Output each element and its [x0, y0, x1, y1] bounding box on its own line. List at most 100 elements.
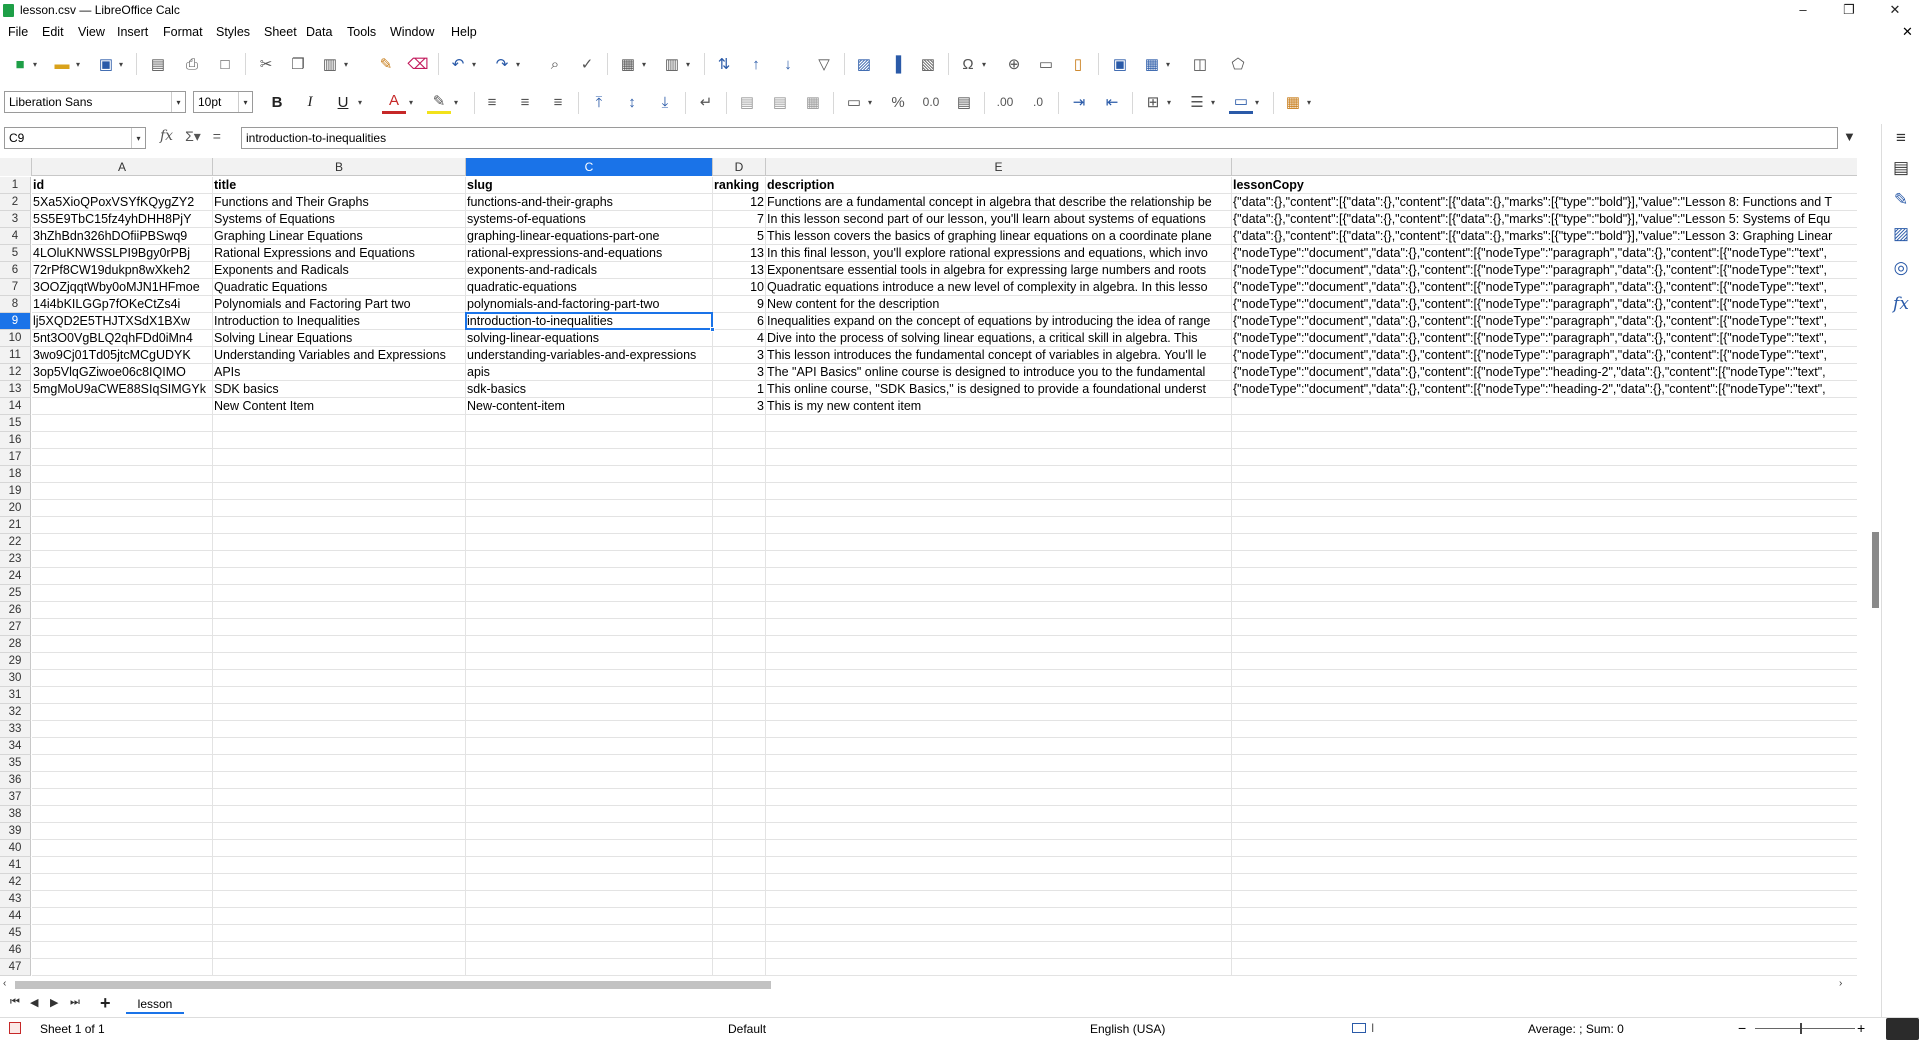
- currency-format-icon[interactable]: ▭: [842, 90, 866, 114]
- formula-equals-icon[interactable]: =: [213, 128, 221, 145]
- add-sheet-icon[interactable]: +: [100, 993, 111, 1014]
- cell-b13[interactable]: SDK basics: [213, 381, 465, 398]
- border-color-dropdown-icon[interactable]: ▾: [1255, 90, 1265, 114]
- save-icon[interactable]: ▣: [94, 52, 118, 76]
- hyperlink-icon[interactable]: ⊕: [1002, 52, 1026, 76]
- cell-b6[interactable]: Exponents and Radicals: [213, 262, 465, 279]
- row-header-41[interactable]: 41: [0, 857, 31, 874]
- horizontal-scroll-thumb[interactable]: [15, 981, 771, 989]
- cell-a4[interactable]: 3hZhBdn326hDOfiiPBSwq9: [32, 228, 212, 245]
- font-color-icon[interactable]: A: [382, 90, 406, 114]
- number-format-icon[interactable]: 0.0: [919, 90, 943, 114]
- menu-styles[interactable]: Styles: [216, 25, 250, 39]
- cell-b5[interactable]: Rational Expressions and Equations: [213, 245, 465, 262]
- scroll-right-icon[interactable]: ›: [1839, 978, 1842, 989]
- row-header-6[interactable]: 6: [0, 262, 31, 279]
- row-header-5[interactable]: 5: [0, 245, 31, 262]
- insert-chart-icon[interactable]: ▐: [884, 52, 908, 76]
- cell-e7[interactable]: Quadratic equations introduce a new leve…: [766, 279, 1231, 296]
- autofilter-icon[interactable]: ▽: [812, 52, 836, 76]
- cell-c14[interactable]: New-content-item: [466, 398, 712, 415]
- cell-e9[interactable]: Inequalities expand on the concept of eq…: [766, 313, 1231, 330]
- cell-f14[interactable]: [1232, 398, 1856, 415]
- sort-descending-icon[interactable]: ↓: [776, 52, 800, 76]
- cell-a7[interactable]: 3OOZjqqtWby0oMJN1HFmoe: [32, 279, 212, 296]
- sort-ascending-icon[interactable]: ↑: [744, 52, 768, 76]
- column-header-b[interactable]: B: [213, 158, 466, 176]
- font-name-box[interactable]: Liberation Sans ▾: [4, 91, 186, 113]
- cell-d8[interactable]: 9: [713, 296, 765, 313]
- system-tray-icon[interactable]: [1886, 1018, 1919, 1040]
- cell-c8[interactable]: polynomials-and-factoring-part-two: [466, 296, 712, 313]
- cell-e14[interactable]: This is my new content item: [766, 398, 1231, 415]
- row-header-17[interactable]: 17: [0, 449, 31, 466]
- zoom-out-icon[interactable]: −: [1738, 1020, 1746, 1036]
- cell-c12[interactable]: apis: [466, 364, 712, 381]
- cell-a3[interactable]: 5S5E9TbC15fz4yhDHH8PjY: [32, 211, 212, 228]
- column-header-e[interactable]: E: [766, 158, 1232, 176]
- row-header-4[interactable]: 4: [0, 228, 31, 245]
- percent-format-icon[interactable]: %: [886, 90, 910, 114]
- row-header-34[interactable]: 34: [0, 738, 31, 755]
- previous-sheet-icon[interactable]: ◀: [30, 996, 38, 1009]
- formula-input[interactable]: introduction-to-inequalities: [241, 127, 1838, 149]
- open-folder-icon[interactable]: ▬: [50, 52, 74, 76]
- cell-f5[interactable]: {"nodeType":"document","data":{},"conten…: [1232, 245, 1856, 262]
- row-header-23[interactable]: 23: [0, 551, 31, 568]
- paste-dropdown-icon[interactable]: ▾: [344, 52, 354, 76]
- cell-a14[interactable]: [32, 398, 212, 415]
- menu-tools[interactable]: Tools: [347, 25, 376, 39]
- row-header-22[interactable]: 22: [0, 534, 31, 551]
- cell-e5[interactable]: In this final lesson, you'll explore rat…: [766, 245, 1231, 262]
- italic-icon[interactable]: I: [298, 90, 322, 114]
- row-header-36[interactable]: 36: [0, 772, 31, 789]
- show-draw-functions-icon[interactable]: ⬠: [1226, 52, 1250, 76]
- gallery-icon[interactable]: ▨: [1890, 224, 1912, 246]
- cell-d3[interactable]: 7: [713, 211, 765, 228]
- merge-cells-icon[interactable]: ▤: [768, 90, 792, 114]
- row-header-21[interactable]: 21: [0, 517, 31, 534]
- menu-insert[interactable]: Insert: [117, 25, 148, 39]
- cell-d4[interactable]: 5: [713, 228, 765, 245]
- sheet-tab-lesson[interactable]: lesson: [126, 994, 184, 1014]
- cell-a8[interactable]: 14i4bKILGGp7fOKeCtZs4i: [32, 296, 212, 313]
- cell-c1[interactable]: slug: [466, 177, 712, 194]
- document-modified-icon[interactable]: [9, 1022, 21, 1034]
- align-bottom-icon[interactable]: ⤓: [653, 90, 677, 114]
- increase-indent-icon[interactable]: ⇥: [1067, 90, 1091, 114]
- cell-c13[interactable]: sdk-basics: [466, 381, 712, 398]
- selected-cell-cursor[interactable]: [465, 312, 713, 330]
- copy-icon[interactable]: ❐: [286, 52, 310, 76]
- row-header-28[interactable]: 28: [0, 636, 31, 653]
- undo-icon[interactable]: ↶: [446, 52, 470, 76]
- cell-e4[interactable]: This lesson covers the basics of graphin…: [766, 228, 1231, 245]
- cell-c10[interactable]: solving-linear-equations: [466, 330, 712, 347]
- cell-c7[interactable]: quadratic-equations: [466, 279, 712, 296]
- border-style-dropdown-icon[interactable]: ▾: [1211, 90, 1221, 114]
- cell-e12[interactable]: The "API Basics" online course is design…: [766, 364, 1231, 381]
- language-status[interactable]: English (USA): [1090, 1022, 1165, 1036]
- row-header-38[interactable]: 38: [0, 806, 31, 823]
- row-header-18[interactable]: 18: [0, 466, 31, 483]
- row-header-43[interactable]: 43: [0, 891, 31, 908]
- cell-f12[interactable]: {"nodeType":"document","data":{},"conten…: [1232, 364, 1856, 381]
- name-box-dropdown-icon[interactable]: ▾: [131, 128, 145, 148]
- underline-dropdown-icon[interactable]: ▾: [358, 90, 368, 114]
- cell-b2[interactable]: Functions and Their Graphs: [213, 194, 465, 211]
- vertical-scroll-thumb[interactable]: [1872, 532, 1879, 608]
- next-sheet-icon[interactable]: ▶: [50, 996, 58, 1009]
- conditional-dropdown-icon[interactable]: ▾: [1307, 90, 1317, 114]
- cell-b10[interactable]: Solving Linear Equations: [213, 330, 465, 347]
- minimize-button[interactable]: –: [1780, 0, 1826, 22]
- column-header-c[interactable]: C: [466, 158, 713, 176]
- cell-f6[interactable]: {"nodeType":"document","data":{},"conten…: [1232, 262, 1856, 279]
- conditional-format-icon[interactable]: ▦: [1281, 90, 1305, 114]
- align-center-icon[interactable]: ≡: [513, 90, 537, 114]
- cell-f8[interactable]: {"nodeType":"document","data":{},"conten…: [1232, 296, 1856, 313]
- font-color-dropdown-icon[interactable]: ▾: [409, 90, 419, 114]
- row-header-7[interactable]: 7: [0, 279, 31, 296]
- date-format-icon[interactable]: ▤: [952, 90, 976, 114]
- cell-a6[interactable]: 72rPf8CW19dukpn8wXkeh2: [32, 262, 212, 279]
- cell-b3[interactable]: Systems of Equations: [213, 211, 465, 228]
- row-header-2[interactable]: 2: [0, 194, 31, 211]
